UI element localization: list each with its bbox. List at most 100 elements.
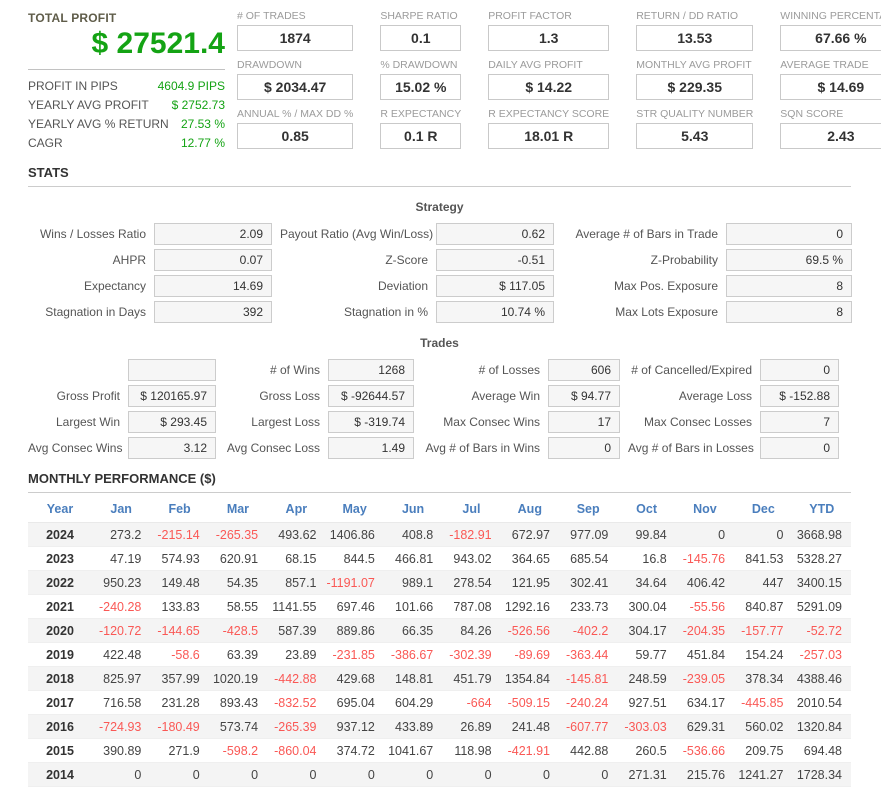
monthly-year-cell: 2014 xyxy=(28,763,92,787)
monthly-year-cell: 2019 xyxy=(28,643,92,667)
monthly-year-cell: 2023 xyxy=(28,547,92,571)
stat-label: Average Loss xyxy=(628,385,752,407)
monthly-cell: 23.89 xyxy=(267,643,325,667)
monthly-cell: 451.84 xyxy=(676,643,734,667)
metric-value-box: 1.3 xyxy=(488,25,609,51)
stat-value-box: 1268 xyxy=(328,359,414,381)
monthly-cell: 374.72 xyxy=(326,739,384,763)
summary-label: PROFIT IN PIPS xyxy=(28,77,118,96)
stat-value-box: 3.12 xyxy=(128,437,216,459)
monthly-cell: -231.85 xyxy=(326,643,384,667)
stat-value-box: -0.51 xyxy=(436,249,554,271)
monthly-year-cell: 2015 xyxy=(28,739,92,763)
monthly-row: 2021-240.28133.8358.551141.55697.46101.6… xyxy=(28,595,851,619)
monthly-cell: -240.28 xyxy=(92,595,150,619)
monthly-cell: 101.66 xyxy=(384,595,442,619)
stat-value-box: 8 xyxy=(726,275,852,297)
metric: RETURN / DD RATIO13.53 xyxy=(636,10,753,51)
monthly-cell: 451.79 xyxy=(442,667,500,691)
monthly-cell: 857.1 xyxy=(267,571,325,595)
stat-value-box: 0 xyxy=(760,437,839,459)
trades-stats-grid: # of Wins1268# of Losses606# of Cancelle… xyxy=(28,359,851,459)
monthly-cell: 694.48 xyxy=(793,739,852,763)
monthly-cell: -724.93 xyxy=(92,715,150,739)
monthly-cell: -144.65 xyxy=(150,619,208,643)
monthly-cell: 47.19 xyxy=(92,547,150,571)
monthly-cell: -303.03 xyxy=(617,715,675,739)
monthly-column-header: YTD xyxy=(793,496,852,523)
monthly-cell: 209.75 xyxy=(734,739,792,763)
metric-value-box: $ 229.35 xyxy=(636,74,753,100)
monthly-column-header: May xyxy=(326,496,384,523)
metric: DAILY AVG PROFIT$ 14.22 xyxy=(488,59,609,100)
monthly-cell: 59.77 xyxy=(617,643,675,667)
stat-label: Largest Win xyxy=(28,411,120,433)
monthly-cell: 302.41 xyxy=(559,571,617,595)
stat-value-box: 8 xyxy=(726,301,852,323)
metric-value-box: 15.02 % xyxy=(380,74,461,100)
metric: MONTHLY AVG PROFIT$ 229.35 xyxy=(636,59,753,100)
monthly-cell: 429.68 xyxy=(326,667,384,691)
monthly-year-cell: 2017 xyxy=(28,691,92,715)
strategy-stats-grid: Wins / Losses Ratio2.09Payout Ratio (Avg… xyxy=(28,223,851,323)
stat-label: Avg # of Bars in Losses xyxy=(628,437,752,459)
metric-label: R EXPECTANCY xyxy=(380,108,461,120)
monthly-cell: -204.35 xyxy=(676,619,734,643)
monthly-cell: 16.8 xyxy=(617,547,675,571)
metric-label: # OF TRADES xyxy=(237,10,353,22)
metric-value-box: 5.43 xyxy=(636,123,753,149)
monthly-cell: 26.89 xyxy=(442,715,500,739)
monthly-header-row: YearJanFebMarAprMayJunJulAugSepOctNovDec… xyxy=(28,496,851,523)
monthly-cell: -215.14 xyxy=(150,523,208,547)
monthly-cell: -257.03 xyxy=(793,643,852,667)
stat-label: Average # of Bars in Trade xyxy=(562,223,718,245)
summary-row: YEARLY AVG % RETURN27.53 % xyxy=(28,115,225,134)
monthly-cell: 893.43 xyxy=(209,691,267,715)
monthly-column-header: Oct xyxy=(617,496,675,523)
summary-value: $ 2752.73 xyxy=(172,96,225,115)
summary-value: 27.53 % xyxy=(181,115,225,134)
monthly-cell: 841.53 xyxy=(734,547,792,571)
monthly-cell: -302.39 xyxy=(442,643,500,667)
monthly-cell: 1406.86 xyxy=(326,523,384,547)
monthly-cell: 0 xyxy=(559,763,617,787)
monthly-cell: 977.09 xyxy=(559,523,617,547)
monthly-cell: -239.05 xyxy=(676,667,734,691)
monthly-cell: 149.48 xyxy=(150,571,208,595)
monthly-cell: 1354.84 xyxy=(501,667,559,691)
metric-label: STR QUALITY NUMBER xyxy=(636,108,753,120)
metric-label: PROFIT FACTOR xyxy=(488,10,609,22)
metric-value-box: 67.66 % xyxy=(780,25,881,51)
stat-value-box: 0 xyxy=(726,223,852,245)
monthly-cell: 0 xyxy=(209,763,267,787)
monthly-performance-section: MONTHLY PERFORMANCE ($) YearJanFebMarApr… xyxy=(28,471,851,787)
monthly-cell: 0 xyxy=(442,763,500,787)
metric-label: SHARPE RATIO xyxy=(380,10,461,22)
summary-value: 12.77 % xyxy=(181,134,225,153)
monthly-cell: 787.08 xyxy=(442,595,500,619)
monthly-cell: 406.42 xyxy=(676,571,734,595)
monthly-cell: 273.2 xyxy=(92,523,150,547)
summary-row: CAGR12.77 % xyxy=(28,134,225,153)
stat-value-box: 0.07 xyxy=(154,249,272,271)
monthly-cell: -145.76 xyxy=(676,547,734,571)
stat-label: # of Cancelled/Expired xyxy=(628,359,752,381)
monthly-cell: 1728.34 xyxy=(793,763,852,787)
monthly-cell: 573.74 xyxy=(209,715,267,739)
monthly-cell: -89.69 xyxy=(501,643,559,667)
monthly-cell: 634.17 xyxy=(676,691,734,715)
monthly-column-header: Jan xyxy=(92,496,150,523)
monthly-cell: 304.17 xyxy=(617,619,675,643)
monthly-cell: 0 xyxy=(267,763,325,787)
strategy-subtitle: Strategy xyxy=(28,200,851,214)
metric: STR QUALITY NUMBER 5.43 xyxy=(636,108,753,149)
monthly-cell: -428.5 xyxy=(209,619,267,643)
stat-value-box: $ 117.05 xyxy=(436,275,554,297)
summary-rows: PROFIT IN PIPS4604.9 PIPSYEARLY AVG PROF… xyxy=(28,77,225,153)
monthly-cell: -421.91 xyxy=(501,739,559,763)
monthly-cell: 133.83 xyxy=(150,595,208,619)
monthly-cell: 620.91 xyxy=(209,547,267,571)
monthly-column-header: Sep xyxy=(559,496,617,523)
monthly-cell: -157.77 xyxy=(734,619,792,643)
monthly-cell: -526.56 xyxy=(501,619,559,643)
